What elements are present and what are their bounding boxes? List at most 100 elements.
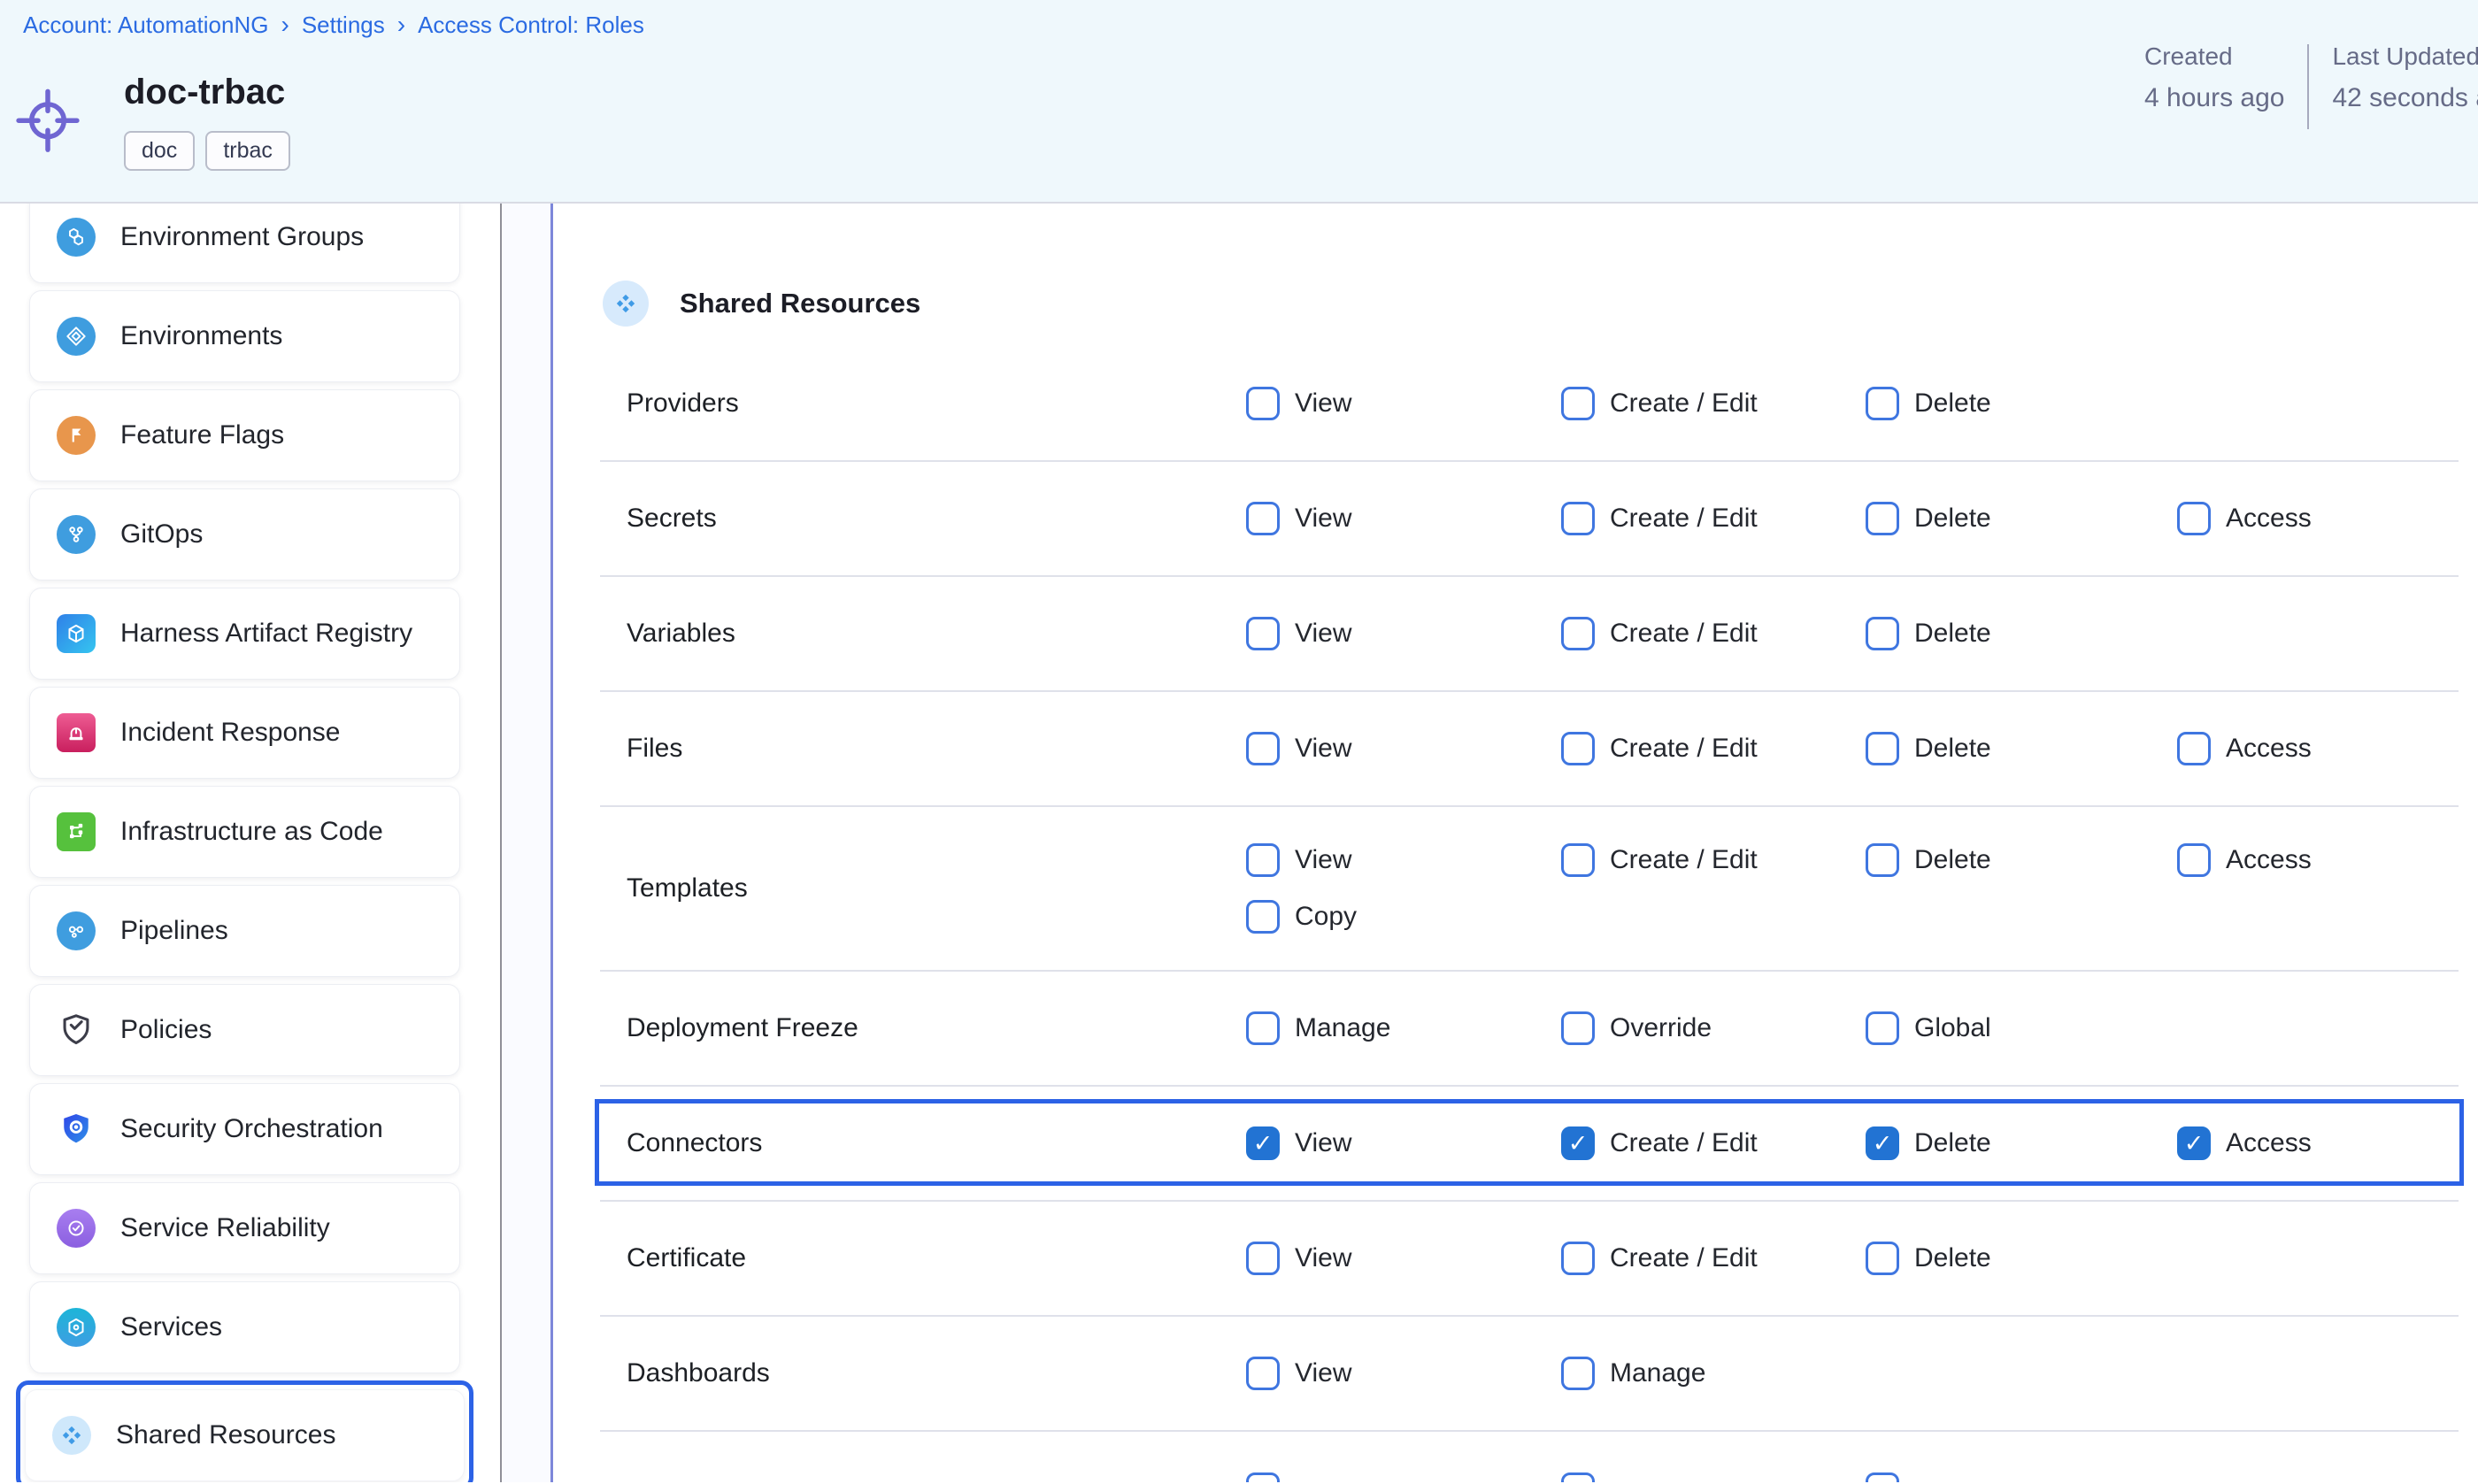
- checkbox-certificate-create-edit[interactable]: [1561, 1242, 1595, 1275]
- permission-global: Global: [1866, 1011, 2177, 1045]
- checkbox-providers-view[interactable]: [1246, 387, 1280, 420]
- checkbox-secrets-delete[interactable]: [1866, 502, 1899, 535]
- permission-copy: Copy: [1246, 900, 1561, 934]
- sidebar-item-environment-groups[interactable]: Environment Groups: [29, 204, 460, 283]
- checkbox-templates-view[interactable]: [1246, 843, 1280, 877]
- checkbox-files-access[interactable]: [2177, 732, 2211, 765]
- sidebar-item-label: Service Reliability: [120, 1213, 330, 1243]
- permission-view: View: [1246, 617, 1561, 650]
- sidebar-item-label: Policies: [120, 1015, 212, 1045]
- checkbox-variables-view[interactable]: [1246, 617, 1280, 650]
- sidebar-item-label: Security Orchestration: [120, 1114, 383, 1144]
- checkbox-files-create-edit[interactable]: [1561, 732, 1595, 765]
- checkbox-certificate-view[interactable]: [1246, 1242, 1280, 1275]
- breadcrumb-link-access-control-roles[interactable]: Access Control: Roles: [418, 12, 644, 38]
- shared-resources-icon: [52, 1416, 91, 1455]
- permission-label: View: [1295, 734, 1351, 764]
- security-orchestration-icon: [57, 1110, 96, 1149]
- sidebar-item-label: Infrastructure as Code: [120, 817, 383, 847]
- sidebar-item-infrastructure-as-code[interactable]: Infrastructure as Code: [29, 786, 460, 878]
- permission-label: Access: [2226, 504, 2312, 534]
- meta-divider: [2307, 44, 2309, 129]
- permission-label: Manage: [1295, 1013, 1390, 1043]
- permission-label: Manage: [1610, 1358, 1705, 1388]
- permission-row-variables: VariablesViewCreate / EditDelete: [600, 577, 2459, 692]
- permission-label: Create / Edit: [1610, 619, 1758, 649]
- checkbox-secrets-access[interactable]: [2177, 502, 2211, 535]
- breadcrumb-link-account-automationng[interactable]: Account: AutomationNG: [23, 12, 268, 38]
- sidebar-item-service-reliability[interactable]: Service Reliability: [29, 1182, 460, 1274]
- sidebar-item-label: Pipelines: [120, 916, 228, 946]
- sidebar-item-label: Incident Response: [120, 718, 341, 748]
- sidebar-item-environments[interactable]: Environments: [29, 290, 460, 382]
- permission-create-edit: Create / Edit: [1561, 617, 1866, 650]
- checkbox-deployment-freeze-global[interactable]: [1866, 1011, 1899, 1045]
- sidebar-item-pipelines[interactable]: Pipelines: [29, 885, 460, 977]
- checkbox-templates-create-edit[interactable]: [1561, 843, 1595, 877]
- breadcrumb-link-settings[interactable]: Settings: [302, 12, 385, 38]
- checkbox-templates-delete[interactable]: [1866, 843, 1899, 877]
- pane-separator: [502, 204, 553, 1482]
- shared-resources-icon: [603, 281, 649, 327]
- selected-item-ring: Shared Resources: [16, 1380, 473, 1482]
- checkbox-variables-create-edit[interactable]: [1561, 617, 1595, 650]
- permission-create-edit: Create / Edit: [1561, 502, 1866, 535]
- permission-label: Delete: [1914, 845, 1991, 875]
- checkbox-connectors-access[interactable]: ✓: [2177, 1126, 2211, 1160]
- sidebar-item-security-orchestration[interactable]: Security Orchestration: [29, 1083, 460, 1175]
- checkbox-files-view[interactable]: [1246, 732, 1280, 765]
- sidebar-item-policies[interactable]: Policies: [29, 984, 460, 1076]
- checkbox-providers-create-edit[interactable]: [1561, 387, 1595, 420]
- permission-row-certificate: CertificateViewCreate / EditDelete: [600, 1202, 2459, 1317]
- sidebar-item-feature-flags[interactable]: Feature Flags: [29, 389, 460, 481]
- sidebar-item-label: Harness Artifact Registry: [120, 619, 412, 649]
- permission-manage: Manage: [1246, 1011, 1561, 1045]
- permission-label: Create / Edit: [1610, 845, 1758, 875]
- checkbox-secrets-view[interactable]: [1246, 502, 1280, 535]
- sidebar-item-label: Services: [120, 1312, 222, 1342]
- pipelines-icon: [57, 911, 96, 950]
- checkbox-variables-delete[interactable]: [1866, 617, 1899, 650]
- checkbox-providers-delete[interactable]: [1866, 387, 1899, 420]
- permission-row-secrets: SecretsViewCreate / EditDeleteAccess: [600, 462, 2459, 577]
- permission-create-edit: Create / Edit: [1561, 1242, 1866, 1275]
- checkbox-templates-access[interactable]: [2177, 843, 2211, 877]
- created-value: 4 hours ago: [2144, 83, 2284, 113]
- checkbox-dashboards-manage[interactable]: [1561, 1357, 1595, 1390]
- permission-label: Delete: [1914, 504, 1991, 534]
- checkbox-certificate-delete[interactable]: [1866, 1242, 1899, 1275]
- checkbox-connectors-create-edit[interactable]: ✓: [1561, 1126, 1595, 1160]
- checkbox-row-1[interactable]: [1561, 1472, 1595, 1482]
- permission-label: View: [1295, 504, 1351, 534]
- tag-list: doctrbac: [124, 131, 290, 171]
- last-updated-value: 42 seconds ago: [2332, 83, 2478, 113]
- sidebar-item-incident-response[interactable]: Incident Response: [29, 687, 460, 779]
- environment-groups-icon: [57, 218, 96, 257]
- permission-delete: Delete: [1866, 387, 2177, 420]
- checkbox-dashboards-view[interactable]: [1246, 1357, 1280, 1390]
- permission-view: View: [1246, 387, 1561, 420]
- created-label: Created: [2144, 42, 2284, 71]
- sidebar-item-shared-resources[interactable]: Shared Resources: [25, 1389, 465, 1481]
- checkbox-row-0[interactable]: [1246, 1472, 1280, 1482]
- permission-view: View: [1246, 843, 1561, 877]
- checkbox-deployment-freeze-manage[interactable]: [1246, 1011, 1280, 1045]
- sidebar-item-services[interactable]: Services: [29, 1281, 460, 1373]
- sidebar-item-harness-artifact-registry[interactable]: Harness Artifact Registry: [29, 588, 460, 680]
- last-updated-label: Last Updated: [2332, 42, 2478, 71]
- sidebar-item-label: GitOps: [120, 519, 203, 550]
- checkbox-files-delete[interactable]: [1866, 732, 1899, 765]
- permission-override: Override: [1561, 1011, 1866, 1045]
- checkbox-deployment-freeze-override[interactable]: [1561, 1011, 1595, 1045]
- artifact-registry-icon: [57, 614, 96, 653]
- checkbox-connectors-view[interactable]: ✓: [1246, 1126, 1280, 1160]
- checkbox-secrets-create-edit[interactable]: [1561, 502, 1595, 535]
- checkbox-row-2[interactable]: [1866, 1472, 1899, 1482]
- sidebar-item-label: Feature Flags: [120, 420, 284, 450]
- permission-manage: Manage: [1561, 1357, 1866, 1390]
- checkbox-templates-copy[interactable]: [1246, 900, 1280, 934]
- permission-access: Access: [2177, 502, 2459, 535]
- checkbox-connectors-delete[interactable]: ✓: [1866, 1126, 1899, 1160]
- sidebar-item-gitops[interactable]: GitOps: [29, 488, 460, 581]
- environments-icon: [57, 317, 96, 356]
